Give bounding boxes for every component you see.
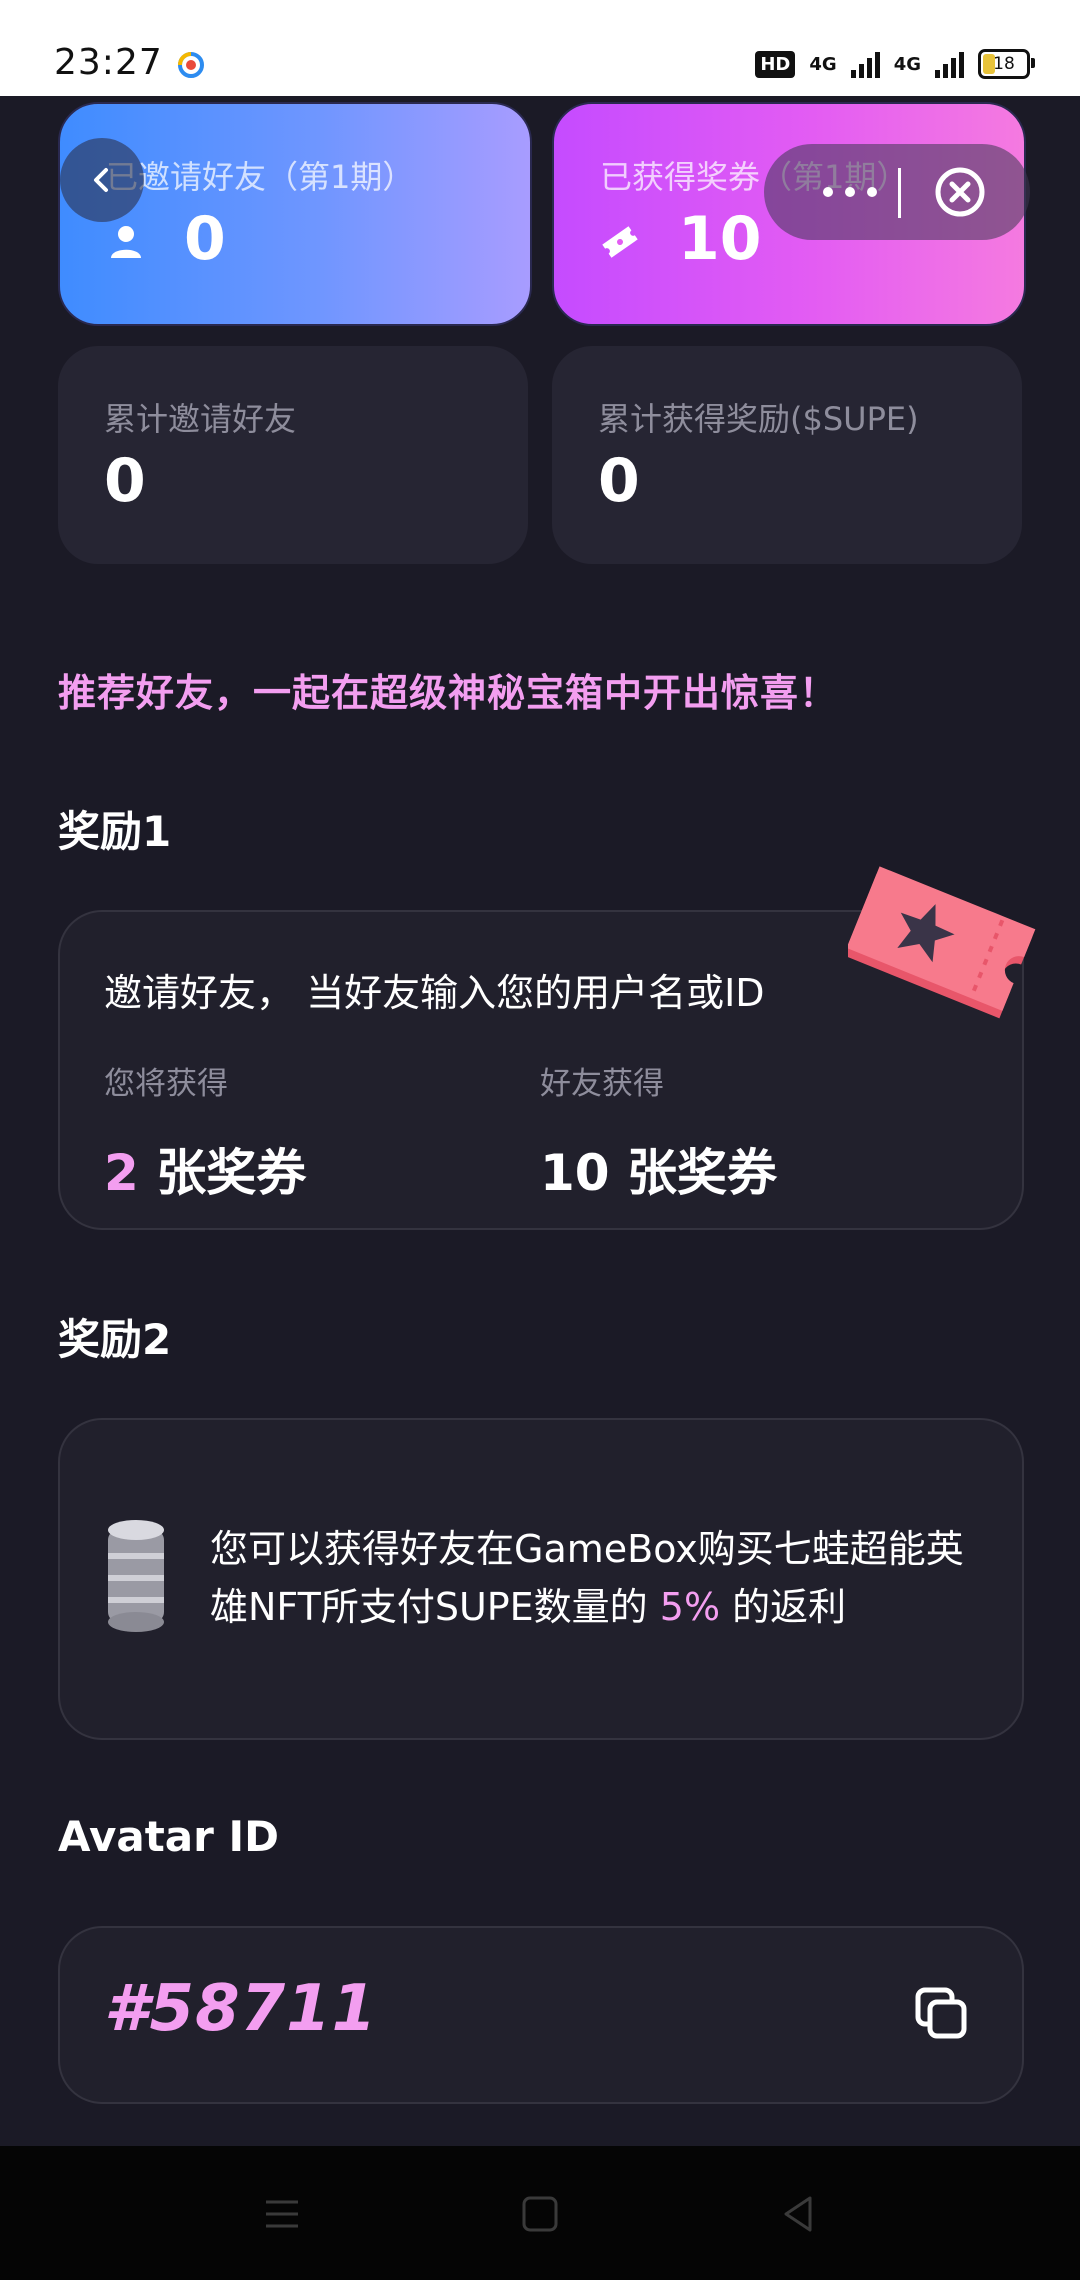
reward-total-card: 累计获得奖励($SUPE) 0 — [552, 346, 1022, 564]
invited-total-label: 累计邀请好友 — [104, 400, 297, 438]
you-get-number: 2 — [104, 1144, 139, 1202]
you-get-column: 您将获得 2 张奖券 — [104, 1058, 306, 1205]
reward2-panel: 您可以获得好友在GameBox购买七蛙超能英雄NFT所支付SUPE数量的 5% … — [58, 1418, 1024, 1740]
more-button[interactable] — [806, 168, 894, 216]
invited-current-value: 0 — [184, 204, 226, 274]
coin-stack-icon — [108, 1520, 164, 1632]
reward1-description: 邀请好友， 当好友输入您的用户名或ID — [104, 971, 765, 1015]
avatar-id-title: Avatar ID — [58, 1812, 279, 1861]
chevron-left-icon — [94, 168, 108, 192]
friend-get-amount: 10 张奖券 — [540, 1144, 777, 1202]
user-icon — [111, 226, 141, 258]
hd-badge: HD — [755, 50, 796, 78]
tickets-current-value: 10 — [678, 204, 762, 274]
system-nav-bar — [0, 2146, 1080, 2280]
network-label-1: 4G — [809, 53, 837, 75]
reward2-title: 奖励2 — [58, 1315, 172, 1364]
friend-get-column: 好友获得 10 张奖券 — [540, 1058, 777, 1205]
status-indicators: HD 4G 4G 18 — [755, 46, 1035, 82]
status-bar: 23:27 HD 4G 4G 18 — [0, 0, 1080, 96]
signal-icon-1 — [850, 50, 880, 78]
you-get-amount: 2 张奖券 — [104, 1133, 306, 1205]
reward-total-label: 累计获得奖励($SUPE) — [598, 400, 919, 438]
invited-current-label: 已邀请好友（第1期） — [106, 158, 415, 196]
ticket-icon — [602, 226, 638, 258]
avatar-id-panel: #58711 — [58, 1926, 1024, 2104]
close-icon[interactable] — [932, 164, 988, 220]
status-time: 23:27 — [54, 42, 163, 83]
reward2-text-after: 的返利 — [720, 1585, 847, 1629]
home-square-icon[interactable] — [516, 2190, 564, 2238]
you-get-label: 您将获得 — [104, 1066, 228, 1102]
friend-get-label: 好友获得 — [540, 1066, 664, 1102]
battery-icon: 18 — [978, 49, 1035, 79]
reward-total-value: 0 — [598, 446, 640, 516]
copy-icon[interactable] — [912, 1984, 972, 2044]
invited-current-card: 已邀请好友（第1期） 0 — [58, 102, 532, 326]
capsule-divider — [898, 168, 901, 218]
back-button[interactable] — [60, 138, 144, 222]
more-dots-icon — [823, 187, 877, 197]
invited-total-card: 累计邀请好友 0 — [58, 346, 528, 564]
menu-icon[interactable] — [258, 2190, 306, 2238]
reward2-text-before: 您可以获得好友在GameBox购买七蛙超能英雄NFT所支付SUPE数量的 — [210, 1527, 964, 1629]
app-notification-icon — [178, 52, 204, 78]
avatar-id-value: #58711 — [104, 1972, 378, 2046]
referral-headline: 推荐好友，一起在超级神秘宝箱中开出惊喜！ — [58, 671, 839, 715]
signal-icon-2 — [935, 50, 964, 78]
reward2-description: 您可以获得好友在GameBox购买七蛙超能英雄NFT所支付SUPE数量的 5% … — [210, 1520, 1000, 1636]
reward2-percent: 5% — [659, 1585, 721, 1629]
battery-level: 18 — [993, 54, 1015, 74]
reward1-title: 奖励1 — [58, 807, 172, 856]
you-get-unit: 张奖券 — [138, 1144, 307, 1202]
invited-total-value: 0 — [104, 446, 146, 516]
back-triangle-icon[interactable] — [774, 2190, 822, 2238]
mini-program-capsule — [764, 144, 1030, 240]
network-label-2: 4G — [893, 53, 921, 75]
star-ticket-icon — [848, 866, 1036, 1019]
